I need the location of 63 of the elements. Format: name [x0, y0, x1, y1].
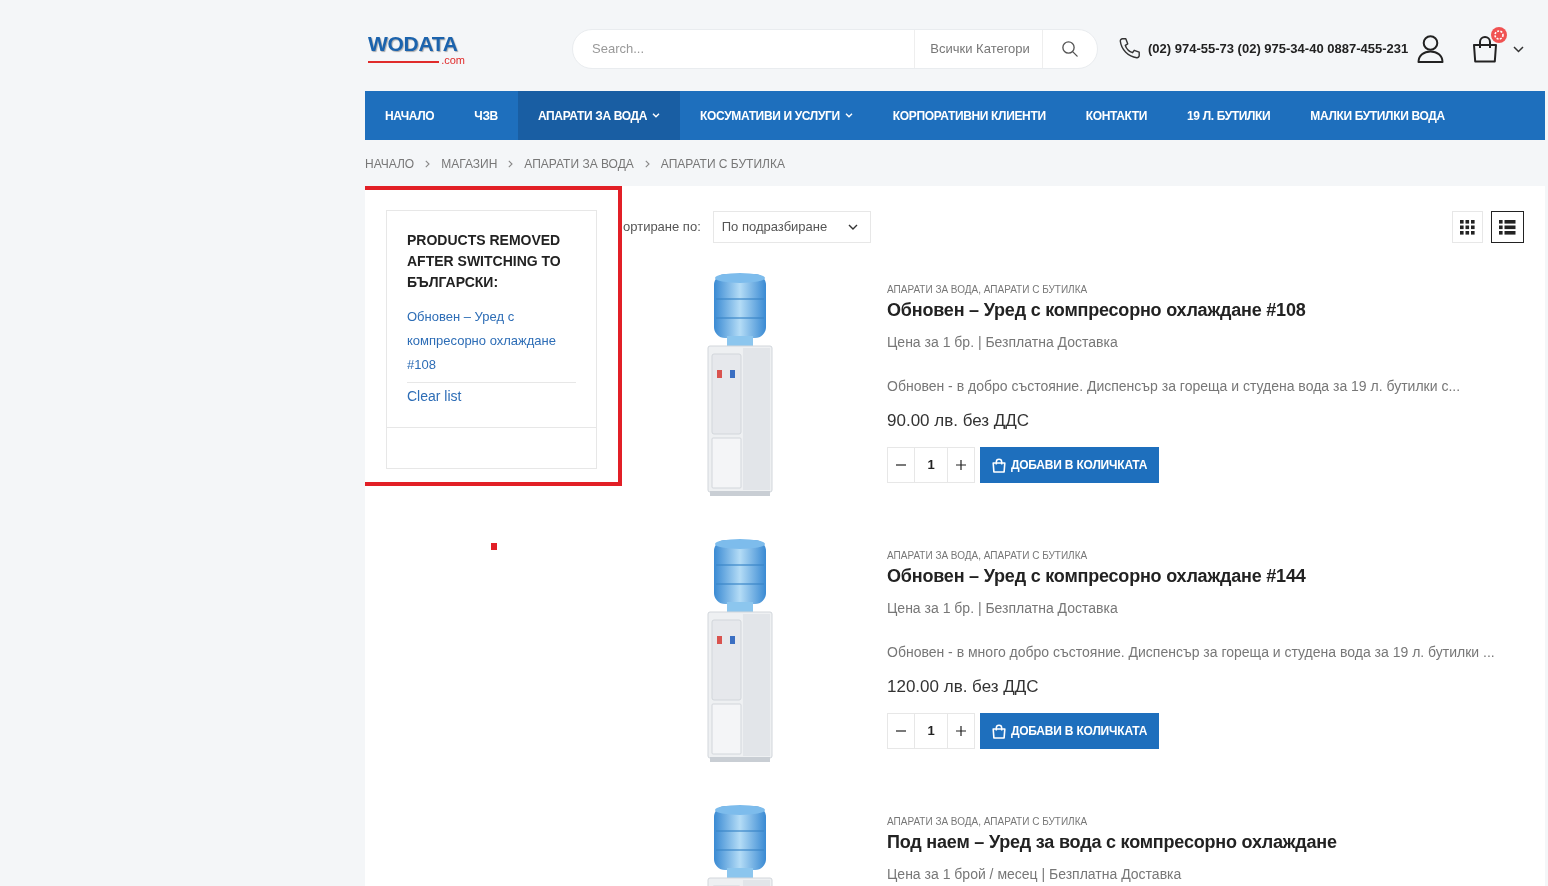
- quantity-stepper[interactable]: 1: [887, 713, 975, 749]
- product-price: 120.00 лв. без ДДС: [887, 676, 1040, 698]
- quantity-field[interactable]: 1: [914, 714, 948, 748]
- sort-label: ортиране по:: [622, 218, 701, 237]
- add-to-cart-button[interactable]: ДОБАВИ В КОЛИЧКАТА: [980, 447, 1159, 483]
- product-subtitle: Цена за 1 бр. | Безплатна Доставка: [887, 599, 1119, 617]
- chevron-right-icon: [644, 160, 650, 168]
- phone-numbers: (02) 974-55-73 (02) 975-34-40 0887-455-231: [1148, 40, 1409, 59]
- user-icon: [1417, 35, 1445, 63]
- shopping-bag-icon: [991, 723, 1006, 739]
- product-subtitle: Цена за 1 бр. | Безплатна Доставка: [887, 333, 1119, 351]
- quantity-stepper[interactable]: 1: [887, 447, 975, 483]
- product-subtitle: Цена за 1 брой / месец | Безплатна Доставка: [887, 865, 1183, 883]
- clear-list-link[interactable]: Clear list: [407, 386, 462, 406]
- breadcrumb-link[interactable]: НАЧАЛО: [365, 155, 415, 173]
- widget-title: PRODUCTS REMOVED AFTER SWITCHING TO БЪЛГАРСКИ:: [407, 231, 562, 292]
- sort-select[interactable]: По подразбиране: [712, 211, 871, 243]
- loading-badge-icon: [1491, 27, 1508, 43]
- removed-product-link[interactable]: Обновен – Уред с компресорно охлаждане #108: [407, 305, 576, 377]
- nav-link[interactable]: МАЛКИ БУТИЛКИ ВОДА: [1290, 91, 1465, 140]
- product-categories: АПАРАТИ ЗА ВОДА, АПАРАТИ С БУТИЛКА: [887, 549, 1089, 563]
- plus-icon: [956, 460, 966, 470]
- chevron-down-icon: [847, 224, 858, 230]
- breadcrumb-current: АПАРАТИ С БУТИЛКА: [660, 156, 785, 173]
- product-description: Обновен - в добро състояние. Диспенсър за гореща и студена вода за 19 л. бутилки с...: [887, 377, 1462, 396]
- product-title[interactable]: Обновен – Уред с компресорно охлаждане #144: [887, 564, 1524, 588]
- search-icon: [1061, 40, 1080, 58]
- phone-icon: [1117, 37, 1141, 61]
- nav-link[interactable]: ЧЗВ: [454, 91, 518, 140]
- nav-link[interactable]: КОРПОРАТИВНИ КЛИЕНТИ: [872, 91, 1066, 140]
- product-categories: АПАРАТИ ЗА ВОДА, АПАРАТИ С БУТИЛКА: [887, 815, 1089, 829]
- nav-link[interactable]: АПАРАТИ ЗА ВОДА: [517, 91, 681, 140]
- grid-view-button[interactable]: [1452, 211, 1483, 243]
- chevron-right-icon: [425, 160, 431, 168]
- product-price: 90.00 лв. без ДДС: [887, 410, 1031, 432]
- logo-text[interactable]: WODATA: [368, 32, 465, 55]
- minus-icon: [896, 730, 906, 732]
- search-field[interactable]: Search...: [573, 30, 915, 68]
- add-to-cart-button[interactable]: ДОБАВИ В КОЛИЧКАТА: [980, 713, 1159, 749]
- product-title[interactable]: Под наем – Уред за вода с компресорно охлаждане: [887, 830, 1524, 854]
- nav-link[interactable]: КОНТАКТИ: [1065, 91, 1167, 140]
- quantity-field[interactable]: 1: [914, 448, 948, 482]
- nav-link[interactable]: 19 Л. БУТИЛКИ: [1167, 91, 1291, 140]
- logo-domain: .com: [441, 54, 465, 66]
- shopping-bag-icon: [991, 457, 1006, 473]
- nav-link[interactable]: НАЧАЛО: [365, 91, 455, 140]
- breadcrumb-link[interactable]: МАГАЗИН: [441, 155, 498, 173]
- category-select[interactable]: Всички Категори: [914, 30, 1043, 68]
- plus-icon: [956, 726, 966, 736]
- search-bar[interactable]: Search... Всички Категори: [572, 29, 1098, 69]
- minus-icon: [896, 464, 906, 466]
- list-view-button[interactable]: [1491, 211, 1524, 243]
- chevron-right-icon: [508, 160, 514, 168]
- square-marker-icon: [491, 543, 497, 550]
- grid-icon: [1460, 219, 1475, 235]
- list-icon: [1499, 219, 1516, 235]
- shopping-bag-icon: [1472, 35, 1499, 63]
- chevron-down-icon: [1513, 45, 1525, 53]
- product-description: Обновен - в много добро състояние. Диспенсър за гореща и студена вода за 19 л. бутилки ...: [887, 643, 1496, 662]
- product-categories: АПАРАТИ ЗА ВОДА, АПАРАТИ С БУТИЛКА: [887, 283, 1089, 297]
- nav-link[interactable]: КОСУМАТИВИ И УСЛУГИ: [680, 91, 873, 140]
- breadcrumb-link[interactable]: АПАРАТИ ЗА ВОДА: [524, 155, 634, 173]
- product-title[interactable]: Обновен – Уред с компресорно охлаждане #108: [887, 298, 1524, 322]
